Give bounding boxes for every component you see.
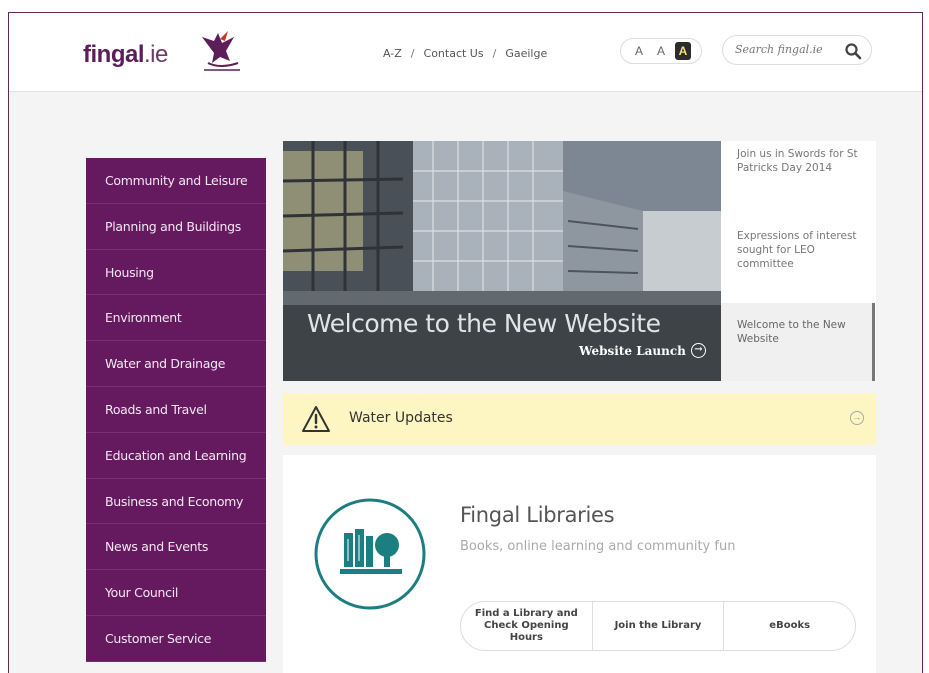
nav-item-roads-and-travel[interactable]: Roads and Travel	[86, 387, 266, 433]
font-size-contrast-button[interactable]: A	[675, 42, 691, 60]
link-separator: /	[410, 47, 415, 60]
az-link[interactable]: A-Z	[383, 47, 402, 60]
search-input[interactable]	[735, 43, 839, 56]
nav-item-business-and-economy[interactable]: Business and Economy	[86, 479, 266, 525]
library-books-tree-icon	[314, 498, 426, 610]
site-logo[interactable]: fingal.ie	[83, 41, 168, 69]
utility-links: A-Z / Contact Us / Gaeilge	[383, 47, 547, 60]
join-library-button[interactable]: Join the Library	[593, 602, 725, 650]
nav-item-news-and-events[interactable]: News and Events	[86, 524, 266, 571]
nav-item-customer-service[interactable]: Customer Service	[86, 616, 266, 662]
main-navigation: Community and Leisure Planning and Build…	[86, 158, 266, 662]
news-item[interactable]: Expressions of interest sought for LEO c…	[737, 229, 871, 271]
site-header: fingal.ie A-Z / Contact Us / Gaeilge A A…	[9, 13, 922, 92]
nav-item-education-and-learning[interactable]: Education and Learning	[86, 433, 266, 479]
contact-us-link[interactable]: Contact Us	[424, 47, 484, 60]
hero-title: Welcome to the New Website	[307, 309, 661, 338]
arrow-right-circle-icon[interactable]: →	[850, 411, 864, 425]
libraries-title: Fingal Libraries	[460, 503, 615, 527]
warning-icon	[302, 406, 330, 432]
hero-banner[interactable]: Welcome to the New Website Website Launc…	[283, 141, 721, 381]
news-carousel: Join us in Swords for St Patricks Day 20…	[713, 141, 876, 505]
font-size-switcher: A A A	[620, 38, 702, 64]
hero-link[interactable]: Website Launch →	[579, 343, 706, 358]
link-separator: /	[492, 47, 497, 60]
nav-item-water-and-drainage[interactable]: Water and Drainage	[86, 341, 266, 387]
nav-item-housing[interactable]: Housing	[86, 250, 266, 296]
nav-item-community-and-leisure[interactable]: Community and Leisure	[86, 158, 266, 204]
logo-main-text: fingal	[83, 41, 145, 68]
search-icon[interactable]	[844, 42, 862, 60]
news-item-active[interactable]: Welcome to the New Website	[737, 318, 871, 346]
libraries-subtitle: Books, online learning and community fun	[460, 539, 736, 554]
arrow-right-circle-icon: →	[690, 343, 706, 358]
libraries-panel: Fingal Libraries Books, online learning …	[283, 455, 876, 673]
alert-label: Water Updates	[349, 410, 453, 426]
news-item[interactable]: Join us in Swords for St Patricks Day 20…	[737, 147, 871, 175]
find-library-button[interactable]: Find a Library and Check Opening Hours	[461, 602, 593, 650]
nav-item-your-council[interactable]: Your Council	[86, 570, 266, 616]
gaeilge-link[interactable]: Gaeilge	[505, 47, 547, 60]
font-size-small-button[interactable]: A	[631, 42, 647, 60]
libraries-actions: Find a Library and Check Opening Hours J…	[460, 601, 856, 651]
hero-link-label: Website Launch	[579, 343, 686, 358]
nav-item-environment[interactable]: Environment	[86, 295, 266, 342]
search-box	[722, 35, 872, 65]
font-size-medium-button[interactable]: A	[653, 42, 669, 60]
nav-item-planning-and-buildings[interactable]: Planning and Buildings	[86, 204, 266, 250]
bird-logo-icon	[202, 31, 240, 71]
ebooks-button[interactable]: eBooks	[724, 602, 855, 650]
browser-frame: fingal.ie A-Z / Contact Us / Gaeilge A A…	[8, 12, 923, 673]
water-updates-alert[interactable]: Water Updates →	[283, 393, 876, 445]
logo-tld-text: .ie	[144, 41, 168, 68]
